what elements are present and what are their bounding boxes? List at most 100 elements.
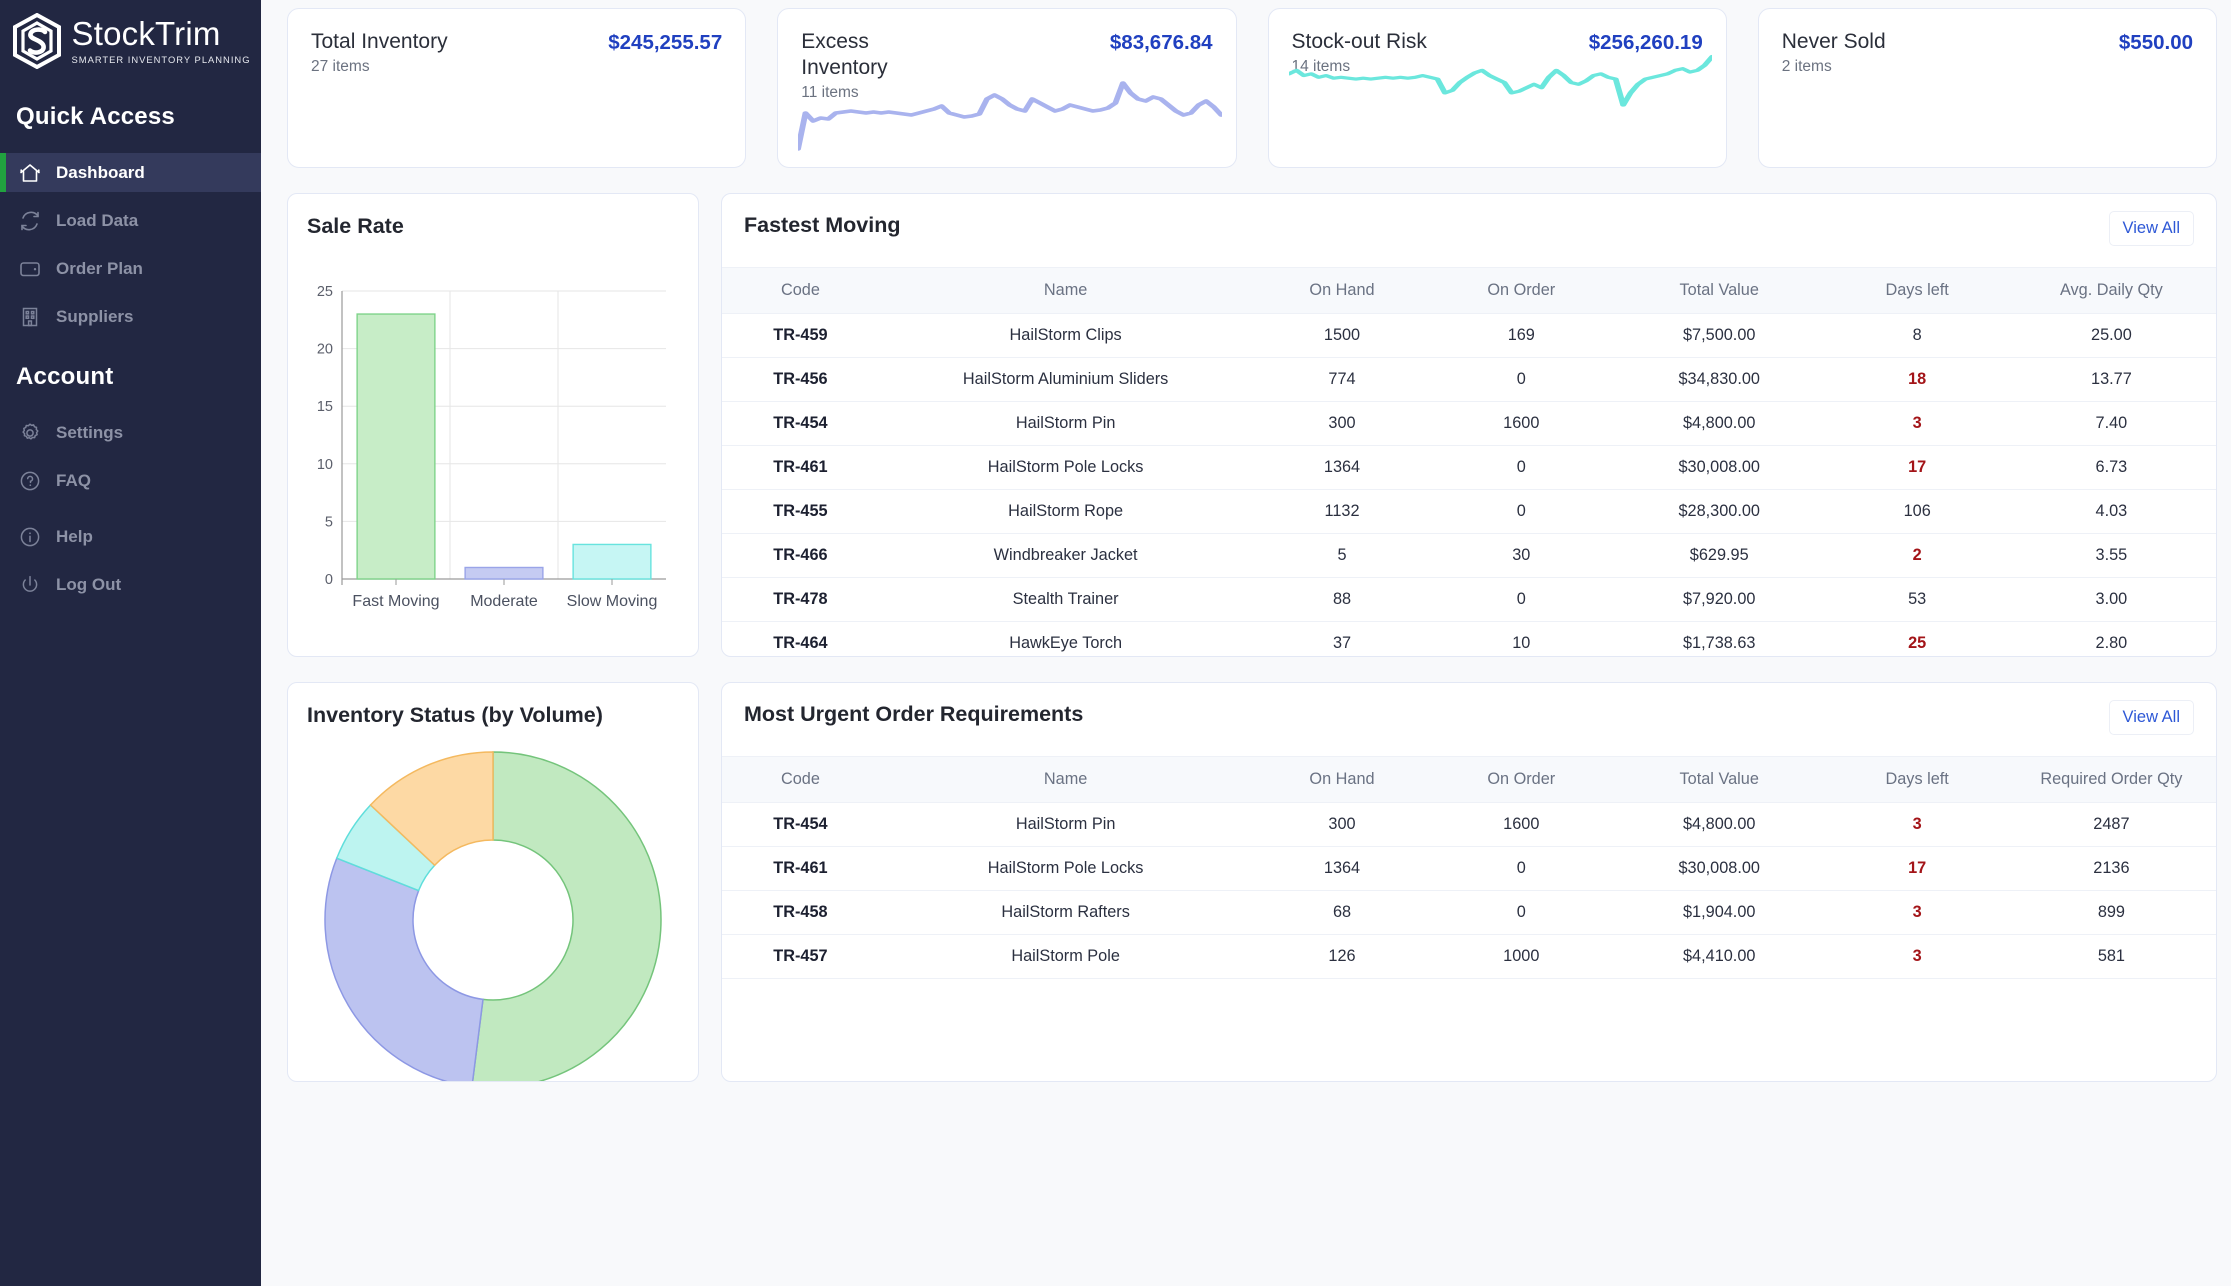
cell-total-value: $34,830.00 xyxy=(1610,357,1828,402)
bar[interactable] xyxy=(356,313,436,580)
column-header-days-left[interactable]: Days left xyxy=(1827,755,2007,803)
sidebar-item-help[interactable]: Help xyxy=(0,517,261,556)
column-header-name[interactable]: Name xyxy=(878,755,1253,803)
sparkline-svg xyxy=(798,81,1222,151)
table-row[interactable]: TR-454 HailStorm Pin 300 1600 $4,800.00 3 7.40 xyxy=(722,401,2216,446)
cell-code: TR-454 xyxy=(722,802,879,847)
cell-on-hand: 68 xyxy=(1252,890,1432,935)
fastest-moving-table-body: TR-459 HailStorm Clips 1500 169 $7,500.00 8 25… xyxy=(722,313,2216,656)
cell-code: TR-464 xyxy=(722,621,879,656)
cell-total-value: $1,904.00 xyxy=(1610,890,1828,935)
column-header-code[interactable]: Code xyxy=(722,755,879,803)
fastest-moving-table: Code Name On Hand On Order Total Value D… xyxy=(722,266,2216,656)
column-header-on-order[interactable]: On Order xyxy=(1431,266,1611,314)
power-icon xyxy=(17,572,43,598)
column-header-required-order-qty[interactable]: Required Order Qty xyxy=(2006,755,2216,803)
table-row[interactable]: TR-459 HailStorm Clips 1500 169 $7,500.00 8 25… xyxy=(722,313,2216,358)
kpi-title: Never Sold xyxy=(1781,30,1886,53)
column-header-days-left[interactable]: Days left xyxy=(1827,266,2007,314)
cell-days-left: 17 xyxy=(1827,445,2007,490)
cell-code: TR-456 xyxy=(722,357,879,402)
column-header-on-hand[interactable]: On Hand xyxy=(1252,755,1432,803)
sidebar-item-label: Load Data xyxy=(56,210,139,230)
y-axis-tick-label: 20 xyxy=(317,342,333,358)
sparkline-svg xyxy=(1288,54,1712,107)
brand-name-trim: Trim xyxy=(155,15,221,52)
donut-slice[interactable] xyxy=(324,857,484,1082)
column-header-on-hand[interactable]: On Hand xyxy=(1252,266,1432,314)
column-header-total-value[interactable]: Total Value xyxy=(1610,755,1828,803)
most-urgent-panel: Most Urgent Order Requirements View All … xyxy=(721,682,2217,1082)
table-row[interactable]: TR-456 HailStorm Aluminium Sliders 774 0 $34… xyxy=(722,357,2216,402)
bar[interactable] xyxy=(464,566,544,580)
table-row[interactable]: TR-461 HailStorm Pole Locks 1364 0 $30,008.0… xyxy=(722,445,2216,490)
table-row[interactable]: TR-455 HailStorm Rope 1132 0 $28,300.00 106 4.… xyxy=(722,489,2216,534)
wallet-icon xyxy=(17,256,43,282)
column-header-code[interactable]: Code xyxy=(722,266,879,314)
donut-slice[interactable] xyxy=(471,751,662,1082)
sidebar-item-label: Help xyxy=(56,526,93,546)
table-row[interactable]: TR-466 Windbreaker Jacket 5 30 $629.95 2 3.55 xyxy=(722,533,2216,578)
sidebar-section-quick-access: Quick Access xyxy=(16,103,175,130)
cell-on-order: 0 xyxy=(1431,890,1611,935)
most-urgent-view-all-button[interactable]: View All xyxy=(2108,700,2194,735)
kpi-card-total-inventory[interactable]: Total Inventory $245,255.57 27 items xyxy=(287,8,747,168)
table-row[interactable]: TR-457 HailStorm Pole 126 1000 $4,410.00 3 581 xyxy=(722,934,2216,979)
column-header-on-order[interactable]: On Order xyxy=(1431,755,1611,803)
cell-name: Stealth Trainer xyxy=(878,577,1253,622)
table-row[interactable]: TR-478 Stealth Trainer 88 0 $7,920.00 53 3.00 xyxy=(722,577,2216,622)
cell-total-value: $4,800.00 xyxy=(1610,802,1828,847)
sidebar-item-faq[interactable]: FAQ xyxy=(0,461,261,500)
sidebar-item-log-out[interactable]: Log Out xyxy=(0,565,261,604)
sidebar-item-load-data[interactable]: Load Data xyxy=(0,201,261,240)
sidebar-item-dashboard[interactable]: Dashboard xyxy=(0,153,261,192)
cell-on-order: 1600 xyxy=(1431,401,1611,446)
fastest-moving-title: Fastest Moving xyxy=(744,213,901,237)
fastest-moving-view-all-button[interactable]: View All xyxy=(2108,211,2194,246)
cell-last: 2487 xyxy=(2006,802,2216,847)
bar-chart-svg: 0 5 10 15 20 25 Fast Moving Moderate Slow Moving xyxy=(317,284,666,610)
kpi-item-count: 2 items xyxy=(1781,58,1832,75)
cell-name: HailStorm Rope xyxy=(878,489,1253,534)
cell-on-order: 30 xyxy=(1431,533,1611,578)
cell-total-value: $4,410.00 xyxy=(1610,934,1828,979)
kpi-card-never-sold[interactable]: Never Sold $550.00 2 items xyxy=(1757,8,2217,168)
table-header: Code Name On Hand On Order Total Value D… xyxy=(722,755,2216,803)
table-row[interactable]: TR-454 HailStorm Pin 300 1600 $4,800.00 3 2487 xyxy=(722,802,2216,847)
cell-days-left: 18 xyxy=(1827,357,2007,402)
cell-last: 3.00 xyxy=(2006,577,2216,622)
kpi-card-excess-inventory[interactable]: Excess Inventory $83,676.84 11 items xyxy=(777,8,1237,168)
cell-name: HawkEye Torch xyxy=(878,621,1253,656)
cell-name: HailStorm Pole xyxy=(878,934,1253,979)
brand-logo[interactable]: StockTrim SMARTER INVENTORY PLANNING xyxy=(0,0,261,76)
table-row[interactable]: TR-461 HailStorm Pole Locks 1364 0 $30,008.0… xyxy=(722,846,2216,891)
table-row[interactable]: TR-458 HailStorm Rafters 68 0 $1,904.00 3 899 xyxy=(722,890,2216,935)
kpi-card-stock-out-risk[interactable]: Stock-out Risk $256,260.19 14 items xyxy=(1267,8,1727,168)
sidebar-item-settings[interactable]: Settings xyxy=(0,413,261,452)
cell-on-order: 0 xyxy=(1431,357,1611,402)
column-header-name[interactable]: Name xyxy=(878,266,1253,314)
cell-days-left: 2 xyxy=(1827,533,2007,578)
cell-last: 4.03 xyxy=(2006,489,2216,534)
cell-on-order: 0 xyxy=(1431,577,1611,622)
sidebar-item-suppliers[interactable]: Suppliers xyxy=(0,297,261,336)
building-icon xyxy=(17,304,43,330)
kpi-value: $245,255.57 xyxy=(608,31,723,54)
cell-name: HailStorm Clips xyxy=(878,313,1253,358)
cell-name: HailStorm Pin xyxy=(878,401,1253,446)
fastest-moving-panel: Fastest Moving View All Code Name On Han… xyxy=(721,193,2217,657)
kpi-title: Stock-out Risk xyxy=(1291,30,1427,53)
cell-code: TR-466 xyxy=(722,533,879,578)
column-header-total-value[interactable]: Total Value xyxy=(1610,266,1828,314)
sale-rate-bar-chart: 0 5 10 15 20 25 Fast Moving Moderate Slow Moving xyxy=(288,239,698,639)
kpi-value: $83,676.84 xyxy=(1109,31,1213,54)
kpi-title: Total Inventory xyxy=(311,30,448,53)
sidebar-item-label: Settings xyxy=(56,422,124,442)
cell-on-order: 0 xyxy=(1431,846,1611,891)
excess-inventory-sparkline-chart xyxy=(798,75,1222,151)
column-header-avg-daily-qty[interactable]: Avg. Daily Qty xyxy=(2006,266,2216,314)
bar[interactable] xyxy=(572,543,652,580)
table-row[interactable]: TR-464 HawkEye Torch 37 10 $1,738.63 25 2.80 xyxy=(722,621,2216,656)
sidebar-item-order-plan[interactable]: Order Plan xyxy=(0,249,261,288)
cell-on-hand: 37 xyxy=(1252,621,1432,656)
